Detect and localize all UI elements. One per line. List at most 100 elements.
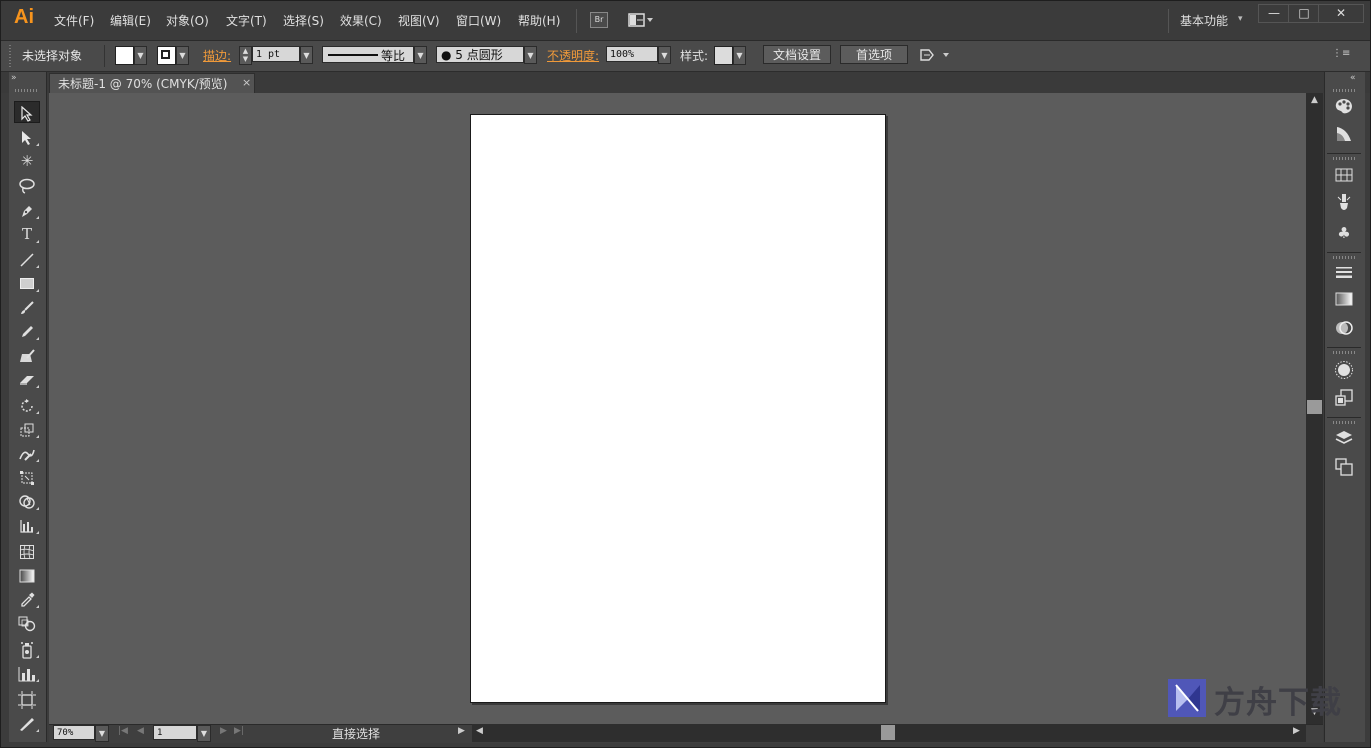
scale-tool-icon[interactable] [14, 418, 40, 440]
graphic-style-swatch[interactable] [714, 46, 733, 65]
symbol-sprayer-tool-icon[interactable] [14, 638, 40, 660]
paintbrush-tool-icon[interactable] [14, 296, 40, 318]
line-segment-tool-icon[interactable] [14, 248, 40, 270]
brush-dropdown[interactable]: ▼ [524, 46, 537, 64]
opacity-dropdown[interactable]: ▼ [658, 46, 671, 64]
profile-dropdown[interactable]: ▼ [414, 46, 427, 64]
direct-selection-tool-icon[interactable] [14, 126, 40, 148]
scroll-up-arrow-icon[interactable]: ▲ [1306, 95, 1323, 109]
tools-panel-grip[interactable] [15, 89, 37, 92]
graphic-styles-panel-icon[interactable] [1333, 388, 1355, 410]
transparency-panel-icon[interactable] [1333, 319, 1355, 341]
graph-tool-icon[interactable] [14, 514, 40, 536]
gradient-tool-icon[interactable] [14, 564, 40, 586]
stroke-weight-stepper[interactable]: ▲ ▼ [239, 46, 252, 65]
status-menu-arrow-icon[interactable]: ▶ [458, 726, 465, 736]
rectangle-tool-icon[interactable] [14, 272, 40, 294]
symbols-panel-icon[interactable]: ♣ [1333, 222, 1355, 244]
menu-window[interactable]: 窗口(W) [456, 12, 501, 29]
eyedropper-tool-icon[interactable] [14, 588, 40, 610]
artboard-dropdown[interactable]: ▼ [197, 725, 211, 742]
workspace-switcher[interactable]: 基本功能 [1180, 12, 1228, 29]
vertical-scroll-thumb[interactable] [1307, 400, 1322, 414]
arrange-documents-icon[interactable] [628, 12, 653, 28]
rotate-tool-icon[interactable] [14, 394, 40, 416]
next-artboard-icon[interactable]: ▶ [220, 726, 227, 736]
magic-wand-tool-icon[interactable]: ✳ [14, 150, 40, 172]
last-artboard-icon[interactable]: ▶| [234, 726, 244, 736]
stroke-weight-field[interactable]: 1 pt [252, 46, 300, 62]
pen-tool-icon[interactable] [14, 199, 40, 221]
preferences-button[interactable]: 首选项 [840, 45, 908, 64]
scroll-right-arrow-icon[interactable]: ▶ [1293, 726, 1300, 736]
menu-help[interactable]: 帮助(H) [518, 12, 560, 29]
shape-builder-tool-icon[interactable] [14, 490, 40, 512]
type-tool-icon[interactable]: T [14, 223, 40, 245]
collapse-panel-icon[interactable]: » [11, 73, 17, 83]
scroll-left-arrow-icon[interactable]: ◀ [476, 726, 483, 736]
control-bar-grip[interactable] [9, 45, 11, 67]
artboard-tool-icon[interactable] [14, 688, 40, 710]
panel-group-grip[interactable] [1333, 351, 1355, 354]
close-button[interactable]: ✕ [1318, 4, 1364, 23]
menu-select[interactable]: 选择(S) [283, 12, 324, 29]
status-current-tool[interactable]: 直接选择 [256, 725, 456, 742]
expand-panels-icon[interactable]: « [1350, 73, 1356, 83]
artboards-panel-icon[interactable] [1333, 457, 1355, 479]
first-artboard-icon[interactable]: |◀ [118, 726, 128, 736]
zoom-dropdown[interactable]: ▼ [95, 725, 109, 742]
opacity-field[interactable]: 100% [606, 46, 658, 62]
menu-effect[interactable]: 效果(C) [340, 12, 382, 29]
menu-file[interactable]: 文件(F) [54, 12, 94, 29]
control-panel-menu-icon[interactable]: ⋮≡ [1332, 48, 1350, 59]
chevron-down-icon[interactable]: ▾ [1238, 14, 1243, 24]
horizontal-scroll-thumb[interactable] [881, 725, 895, 740]
menu-type[interactable]: 文字(T) [226, 12, 267, 29]
menu-object[interactable]: 对象(O) [166, 12, 209, 29]
eraser-tool-icon[interactable] [14, 368, 40, 390]
document-setup-button[interactable]: 文档设置 [763, 45, 831, 64]
stroke-weight-dropdown[interactable]: ▼ [300, 46, 313, 64]
zoom-field[interactable]: 70% [53, 725, 95, 740]
menu-edit[interactable]: 编辑(E) [110, 12, 151, 29]
gradient-panel-icon[interactable] [1333, 290, 1355, 312]
column-graph-tool-icon[interactable] [14, 662, 40, 684]
minimize-button[interactable]: — [1258, 4, 1290, 23]
color-panel-icon[interactable] [1333, 97, 1355, 119]
opacity-label[interactable]: 不透明度: [547, 47, 599, 64]
free-transform-tool-icon[interactable] [14, 466, 40, 488]
fill-dropdown-arrow[interactable]: ▼ [134, 46, 147, 65]
brush-definition[interactable]: ● 5 点圆形 [436, 46, 524, 63]
stroke-dropdown-arrow[interactable]: ▼ [176, 46, 189, 65]
align-menu-icon[interactable] [920, 47, 950, 63]
pencil-tool-icon[interactable] [14, 320, 40, 342]
selection-tool-icon[interactable] [14, 101, 40, 123]
swatches-panel-icon[interactable] [1333, 166, 1355, 188]
document-tab[interactable]: 未标题-1 @ 70% (CMYK/预览) [49, 73, 255, 93]
close-icon[interactable]: × [242, 76, 251, 89]
bridge-icon[interactable]: Br [590, 12, 608, 28]
panel-group-grip[interactable] [1333, 256, 1355, 259]
fill-swatch[interactable] [115, 46, 134, 65]
slice-tool-icon[interactable] [14, 712, 40, 734]
artboard-number-field[interactable]: 1 [153, 725, 197, 740]
previous-artboard-icon[interactable]: ◀ [137, 726, 144, 736]
stroke-swatch[interactable] [157, 46, 176, 65]
layers-panel-icon[interactable] [1333, 429, 1355, 451]
menu-view[interactable]: 视图(V) [398, 12, 440, 29]
blend-tool-icon[interactable] [14, 612, 40, 634]
panel-group-grip[interactable] [1333, 421, 1355, 424]
graphic-style-dropdown[interactable]: ▼ [733, 46, 746, 65]
stroke-panel-icon[interactable] [1333, 263, 1355, 285]
panel-group-grip[interactable] [1333, 89, 1355, 92]
artboard[interactable] [470, 114, 886, 703]
blob-brush-tool-icon[interactable] [14, 344, 40, 366]
brushes-panel-icon[interactable] [1333, 193, 1355, 215]
warp-tool-icon[interactable] [14, 442, 40, 464]
lasso-tool-icon[interactable] [14, 174, 40, 196]
panel-group-grip[interactable] [1333, 157, 1355, 160]
maximize-button[interactable]: □ [1288, 4, 1320, 23]
appearance-panel-icon[interactable] [1333, 360, 1355, 382]
variable-width-profile[interactable]: 等比 [322, 46, 414, 63]
stroke-label[interactable]: 描边: [203, 47, 231, 64]
